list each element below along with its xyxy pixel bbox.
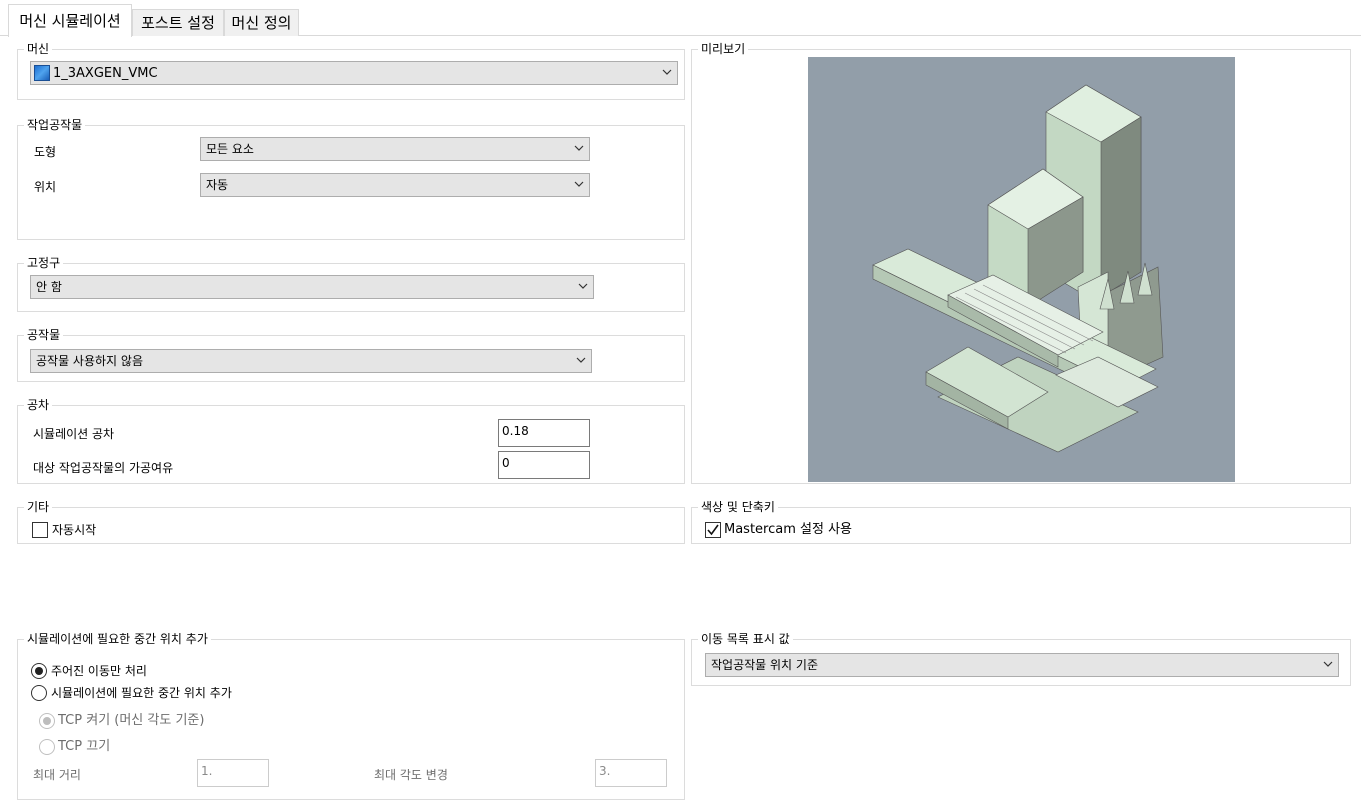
chevron-down-icon: [574, 145, 584, 151]
stock-legend: 공작물: [24, 328, 64, 342]
fixture-legend: 고정구: [24, 256, 64, 270]
workpiece-group: 작업공작물 도형 모든 요소 위치 자동: [17, 118, 685, 240]
tab-post-settings[interactable]: 포스트 설정: [132, 9, 224, 36]
colors-shortcuts-group: 색상 및 단축키 Mastercam 설정 사용: [691, 500, 1351, 544]
fixture-group: 고정구 안 함: [17, 256, 685, 312]
move-list-legend: 이동 목록 표시 값: [698, 632, 793, 646]
machine-icon: [34, 65, 50, 81]
tolerance-group: 공차 시뮬레이션 공차 0.18 대상 작업공작물의 가공여유 0: [17, 398, 685, 484]
radio-given-moves-label: 주어진 이동만 처리: [51, 664, 147, 678]
intermediate-positions-group: 시뮬레이션에 필요한 중간 위치 추가 주어진 이동만 처리 시뮬레이션에 필요…: [17, 632, 685, 800]
allowance-input[interactable]: 0: [498, 451, 590, 479]
autostart-label: 자동시작: [52, 523, 97, 537]
use-mastercam-checkbox[interactable]: [705, 522, 721, 538]
move-list-select[interactable]: 작업공작물 위치 기준: [705, 653, 1339, 677]
chevron-down-icon: [1323, 661, 1333, 667]
max-angle-input[interactable]: 3.: [595, 759, 667, 787]
chevron-down-icon: [662, 69, 672, 75]
workpiece-legend: 작업공작물: [24, 118, 86, 132]
machine-preview-image[interactable]: [808, 57, 1235, 482]
geometry-select-value: 모든 요소: [206, 142, 254, 156]
fixture-select-value: 안 함: [36, 280, 62, 294]
move-list-group: 이동 목록 표시 값 작업공작물 위치 기준: [691, 632, 1351, 686]
checkmark-icon: [707, 524, 719, 536]
chevron-down-icon: [576, 357, 586, 363]
machine-legend: 머신: [24, 42, 53, 56]
position-select-value: 자동: [206, 178, 229, 192]
chevron-down-icon: [574, 181, 584, 187]
tab-machine-simulation[interactable]: 머신 시뮬레이션: [8, 4, 132, 37]
machine-select[interactable]: 1_3AXGEN_VMC: [30, 61, 678, 85]
chevron-down-icon: [578, 283, 588, 289]
radio-given-moves[interactable]: [31, 663, 47, 679]
machine-group: 머신 1_3AXGEN_VMC: [17, 42, 685, 100]
tolerance-legend: 공차: [24, 398, 53, 412]
sim-tolerance-input[interactable]: 0.18: [498, 419, 590, 447]
position-label: 위치: [34, 180, 57, 194]
max-angle-label: 최대 각도 변경: [374, 768, 448, 782]
other-legend: 기타: [24, 500, 53, 514]
radio-tcp-off[interactable]: [39, 739, 55, 755]
use-mastercam-label: Mastercam 설정 사용: [724, 522, 852, 537]
tab-machine-definition[interactable]: 머신 정의: [224, 9, 299, 36]
stock-select[interactable]: 공작물 사용하지 않음: [30, 349, 592, 373]
radio-tcp-on[interactable]: [39, 713, 55, 729]
other-group: 기타 자동시작: [17, 500, 685, 544]
radio-add-intermediate-label: 시뮬레이션에 필요한 중간 위치 추가: [51, 686, 232, 700]
radio-add-intermediate[interactable]: [31, 685, 47, 701]
vmc-machine-render: [872, 84, 1164, 453]
autostart-checkbox[interactable]: [32, 522, 48, 538]
stock-select-value: 공작물 사용하지 않음: [36, 354, 143, 368]
radio-tcp-off-label: TCP 끄기: [58, 739, 111, 754]
geometry-label: 도형: [34, 145, 57, 159]
intermediate-legend: 시뮬레이션에 필요한 중간 위치 추가: [24, 632, 211, 646]
max-distance-input[interactable]: 1.: [197, 759, 269, 787]
radio-tcp-on-label: TCP 켜기 (머신 각도 기준): [58, 713, 205, 728]
preview-legend: 미리보기: [698, 42, 749, 56]
allowance-label: 대상 작업공작물의 가공여유: [33, 461, 174, 475]
colors-shortcuts-legend: 색상 및 단축키: [698, 500, 778, 514]
fixture-select[interactable]: 안 함: [30, 275, 594, 299]
machine-select-value: 1_3AXGEN_VMC: [53, 66, 158, 81]
position-select[interactable]: 자동: [200, 173, 590, 197]
max-distance-label: 최대 거리: [33, 768, 81, 782]
move-list-select-value: 작업공작물 위치 기준: [711, 658, 818, 672]
geometry-select[interactable]: 모든 요소: [200, 137, 590, 161]
tab-bar: 머신 시뮬레이션 포스트 설정 머신 정의: [0, 0, 1361, 37]
stock-group: 공작물 공작물 사용하지 않음: [17, 328, 685, 382]
sim-tolerance-label: 시뮬레이션 공차: [33, 427, 115, 441]
